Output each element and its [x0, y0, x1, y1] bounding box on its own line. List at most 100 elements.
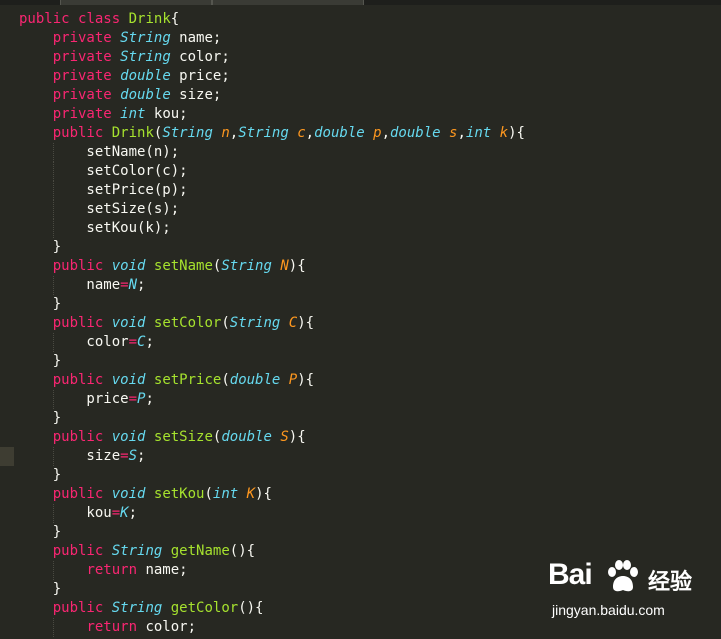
code-token: ){ [255, 486, 272, 502]
code-token: double [314, 125, 365, 141]
code-line[interactable]: setName(n); [19, 143, 525, 162]
code-line[interactable]: public void setPrice(double P){ [19, 371, 525, 390]
code-token: ; [137, 277, 146, 293]
code-line[interactable]: public class Drink{ [19, 10, 525, 29]
code-token: setName(n); [19, 144, 180, 160]
code-line[interactable]: setKou(k); [19, 219, 525, 238]
code-line[interactable]: } [19, 409, 525, 428]
code-token: } [19, 524, 62, 540]
code-token: private [52, 106, 112, 122]
code-token: K [120, 505, 129, 521]
code-line[interactable]: setSize(s); [19, 200, 525, 219]
code-line[interactable]: price=P; [19, 390, 525, 409]
code-line[interactable]: } [19, 580, 525, 599]
code-token: } [19, 353, 62, 369]
code-token: setKou [153, 486, 205, 502]
indent-guide [52, 447, 54, 466]
code-line[interactable]: private double size; [19, 86, 525, 105]
code-line[interactable]: return name; [19, 561, 525, 580]
code-line[interactable]: private String name; [19, 29, 525, 48]
code-token: ){ [288, 429, 306, 445]
code-token: P [288, 372, 298, 388]
code-lines: public class Drink{ private String name;… [19, 10, 525, 637]
code-line[interactable]: color=C; [19, 333, 525, 352]
code-token: ; [145, 334, 154, 350]
code-token: (){ [229, 543, 256, 559]
code-token: ( [221, 315, 230, 331]
code-token: } [19, 410, 62, 426]
indent-guide [52, 333, 54, 352]
editor-gutter [0, 5, 14, 639]
code-token: = [120, 448, 129, 464]
code-line[interactable]: public String getColor(){ [19, 599, 525, 618]
code-token: ){ [288, 258, 306, 274]
code-token: setColor [153, 315, 222, 331]
code-token: } [19, 239, 62, 255]
code-token: setKou(k); [19, 220, 171, 236]
code-line[interactable]: private double price; [19, 67, 525, 86]
code-line[interactable]: public void setColor(String C){ [19, 314, 525, 333]
code-token: size; [170, 87, 222, 103]
code-token: n [221, 125, 230, 141]
code-line[interactable]: public void setSize(double S){ [19, 428, 525, 447]
code-token: N [280, 258, 289, 274]
code-token: = [128, 391, 138, 407]
code-line[interactable]: } [19, 523, 525, 542]
code-token: public [52, 600, 104, 616]
code-token: , [305, 125, 315, 141]
code-token: getColor [170, 600, 239, 616]
code-line[interactable]: public void setName(String N){ [19, 257, 525, 276]
code-line[interactable]: } [19, 238, 525, 257]
code-token: class [78, 11, 121, 27]
code-line[interactable]: size=S; [19, 447, 525, 466]
code-token: = [111, 505, 121, 521]
code-line[interactable]: setPrice(p); [19, 181, 525, 200]
indent-guide [52, 143, 54, 162]
code-token: color; [137, 619, 197, 635]
code-token: color [19, 334, 129, 350]
indent-guide [52, 618, 54, 637]
code-token: C [288, 315, 298, 331]
code-token: double [221, 429, 272, 445]
code-editor[interactable]: public class Drink{ private String name;… [0, 5, 721, 639]
code-line[interactable]: public void setKou(int K){ [19, 485, 525, 504]
code-token: setSize(s); [19, 201, 180, 217]
indent-guide [52, 162, 54, 181]
code-line[interactable]: kou=K; [19, 504, 525, 523]
code-token: color; [170, 49, 230, 65]
indent-guide [52, 219, 54, 238]
code-line[interactable]: private int kou; [19, 105, 525, 124]
code-line[interactable]: public String getName(){ [19, 542, 525, 561]
code-line[interactable]: public Drink(String n,String c,double p,… [19, 124, 525, 143]
code-token: name; [170, 30, 222, 46]
indent-guide [52, 276, 54, 295]
indent-guide [52, 181, 54, 200]
code-token: String [162, 125, 213, 141]
code-token: String [238, 125, 289, 141]
code-line[interactable]: } [19, 295, 525, 314]
code-token: size [19, 448, 121, 464]
code-line[interactable]: setColor(c); [19, 162, 525, 181]
code-token: void [111, 315, 146, 331]
code-token: void [111, 258, 146, 274]
code-line[interactable]: } [19, 466, 525, 485]
code-line[interactable]: return color; [19, 618, 525, 637]
code-line[interactable]: } [19, 352, 525, 371]
code-token: = [120, 277, 129, 293]
code-line[interactable]: name=N; [19, 276, 525, 295]
code-line[interactable]: private String color; [19, 48, 525, 67]
